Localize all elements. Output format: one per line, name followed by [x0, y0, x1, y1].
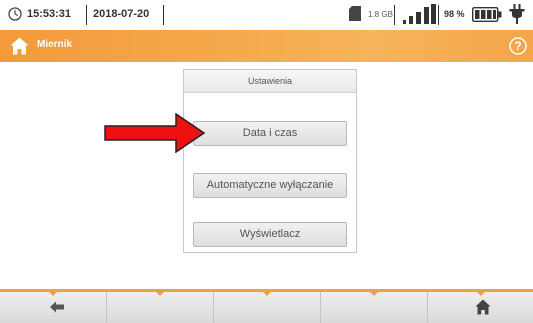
back-button[interactable]: [0, 292, 107, 323]
bottom-toolbar: [0, 289, 533, 323]
home-icon[interactable]: [10, 37, 29, 55]
divider: [86, 5, 87, 25]
toolbar-button-3[interactable]: [214, 292, 321, 323]
storage-value: 1.8 GB: [368, 10, 393, 19]
svg-text:?: ?: [514, 39, 521, 53]
page-title: Miernik: [37, 39, 73, 50]
clock-icon: [8, 7, 22, 21]
date-time-button[interactable]: Data i czas: [193, 121, 347, 146]
status-time: 15:53:31: [27, 8, 72, 20]
toolbar-tick: [370, 292, 378, 296]
app-header: Miernik ?: [0, 30, 533, 62]
settings-panel: Ustawienia Data i czas Automatyczne wyłą…: [183, 69, 357, 253]
plug-icon: [509, 4, 525, 24]
status-date: 2018-07-20: [93, 8, 150, 20]
home-button[interactable]: [428, 292, 533, 323]
signal-icon: [403, 4, 436, 24]
divider: [163, 5, 164, 25]
display-button[interactable]: Wyświetlacz: [193, 222, 347, 247]
divider: [438, 5, 439, 25]
toolbar-button-2[interactable]: [107, 292, 214, 323]
toolbar-tick: [156, 292, 164, 296]
divider: [394, 5, 395, 25]
status-bar: 15:53:31 2018-07-20 1.8 GB 98 %: [0, 0, 533, 30]
back-arrow-icon: [50, 301, 64, 313]
red-arrow-icon: [104, 113, 206, 153]
panel-title: Ustawienia: [184, 70, 356, 93]
toolbar-button-4[interactable]: [321, 292, 428, 323]
sd-card-icon: [349, 6, 361, 21]
toolbar-tick: [263, 292, 271, 296]
battery-icon: [472, 7, 502, 22]
home-icon: [475, 299, 491, 315]
toolbar-tick: [476, 292, 485, 296]
auto-off-button[interactable]: Automatyczne wyłączanie: [193, 173, 347, 198]
battery-percent: 98 %: [444, 9, 465, 19]
toolbar-tick: [49, 292, 57, 296]
help-icon[interactable]: ?: [509, 37, 527, 55]
